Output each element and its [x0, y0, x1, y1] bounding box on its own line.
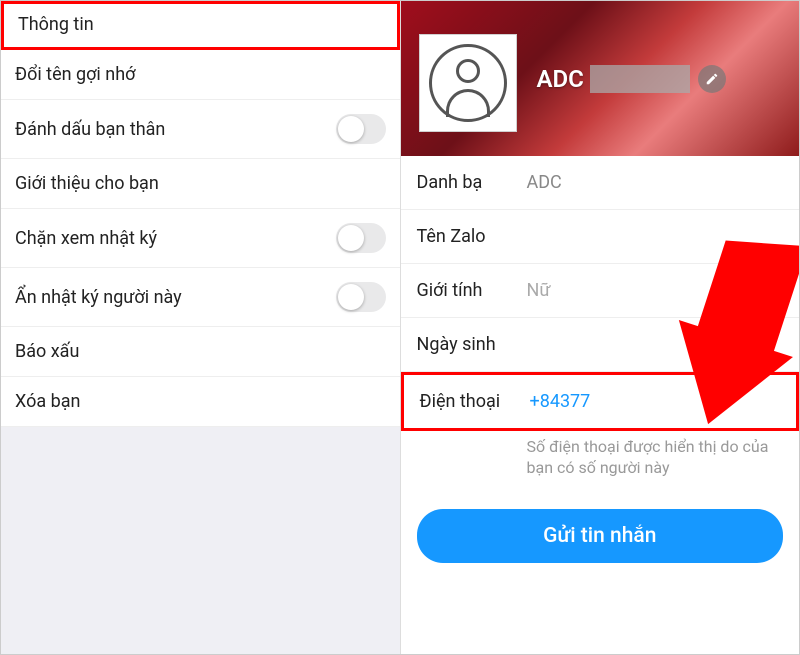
menu-item-label: Đổi tên gợi nhớ [15, 64, 386, 85]
info-row-contact: Danh bạ ADC [401, 156, 800, 210]
empty-area [1, 427, 400, 654]
edit-name-button[interactable] [698, 65, 726, 93]
menu-item-rename[interactable]: Đổi tên gợi nhớ [1, 50, 400, 100]
phone-note: Số điện thoại được hiển thị do của bạn c… [401, 431, 800, 495]
info-row-zalo-name: Tên Zalo [401, 210, 800, 264]
toggle-hide-timeline[interactable] [336, 282, 386, 312]
info-key: Giới tính [417, 280, 527, 301]
send-message-button[interactable]: Gửi tin nhắn [417, 509, 784, 563]
profile-name: ADC [537, 65, 584, 93]
menu-item-label: Ẩn nhật ký người này [15, 287, 336, 308]
info-key: Tên Zalo [417, 226, 527, 247]
redacted-name [590, 65, 690, 93]
profile-info-list: Danh bạ ADC Tên Zalo Giới tính Nữ Ngày s… [401, 156, 800, 495]
toggle-block-timeline[interactable] [336, 223, 386, 253]
info-row-phone-highlight: Điện thoại +84377 [401, 372, 800, 431]
info-row-phone: Điện thoại +84377 [404, 375, 797, 428]
info-key: Điện thoại [420, 391, 530, 412]
menu-item-label: Báo xấu [15, 341, 386, 362]
menu-item-label: Đánh dấu bạn thân [15, 119, 336, 140]
menu-item-hide-timeline[interactable]: Ẩn nhật ký người này [1, 268, 400, 327]
avatar[interactable] [419, 34, 517, 132]
settings-menu-panel: Thông tin Đổi tên gợi nhớ Đánh dấu bạn t… [1, 1, 401, 654]
profile-header: ADC [401, 1, 800, 156]
profile-name-row: ADC [517, 65, 726, 93]
info-key: Danh bạ [417, 172, 527, 193]
menu-item-unfriend[interactable]: Xóa bạn [1, 377, 400, 427]
pencil-icon [705, 72, 719, 86]
avatar-placeholder-icon [429, 44, 507, 122]
toggle-close-friend[interactable] [336, 114, 386, 144]
info-key: Ngày sinh [417, 334, 527, 355]
menu-item-report[interactable]: Báo xấu [1, 327, 400, 377]
menu-item-introduce[interactable]: Giới thiệu cho bạn [1, 159, 400, 209]
info-value: Nữ [527, 280, 551, 301]
menu-item-block-timeline[interactable]: Chặn xem nhật ký [1, 209, 400, 268]
menu-item-label: Chặn xem nhật ký [15, 228, 336, 249]
settings-list: Thông tin Đổi tên gợi nhớ Đánh dấu bạn t… [1, 1, 400, 427]
info-value-phone[interactable]: +84377 [530, 391, 591, 412]
info-row-gender: Giới tính Nữ [401, 264, 800, 318]
info-value: ADC [527, 172, 562, 193]
menu-item-info[interactable]: Thông tin [1, 1, 400, 50]
info-row-dob: Ngày sinh [401, 318, 800, 372]
menu-item-label: Xóa bạn [15, 391, 386, 412]
menu-item-label: Thông tin [18, 14, 383, 35]
profile-panel: ADC Danh bạ ADC Tên Zalo Giới tính Nữ [401, 1, 800, 654]
menu-item-label: Giới thiệu cho bạn [15, 173, 386, 194]
menu-item-close-friend[interactable]: Đánh dấu bạn thân [1, 100, 400, 159]
